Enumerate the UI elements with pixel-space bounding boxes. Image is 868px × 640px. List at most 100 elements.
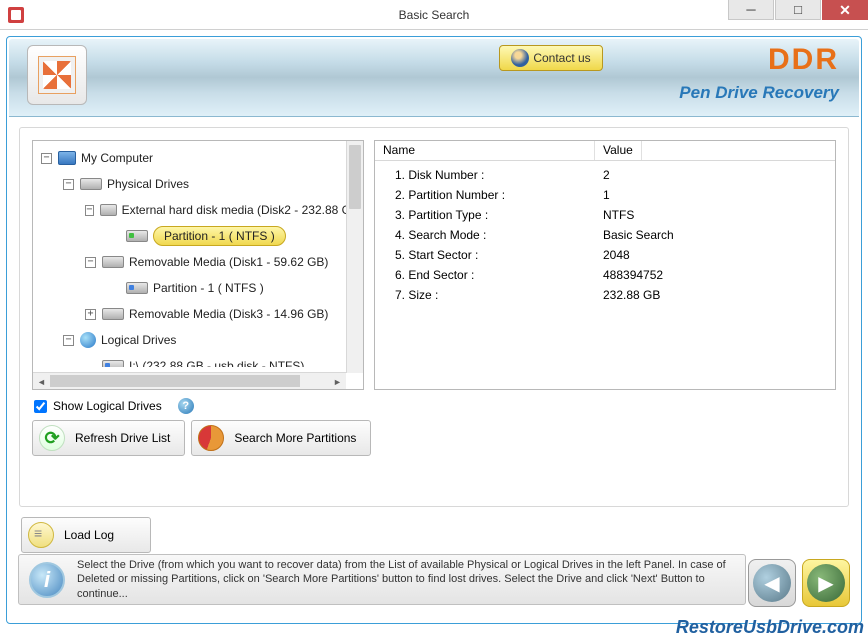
info-value: 488394752 — [595, 268, 663, 282]
header-banner: Contact us DDR Pen Drive Recovery — [9, 39, 859, 117]
app-icon — [8, 7, 24, 23]
refresh-icon — [39, 425, 65, 451]
collapse-icon[interactable]: − — [85, 257, 96, 268]
horizontal-scrollbar[interactable]: ◄ ► — [33, 372, 346, 389]
help-icon[interactable]: ? — [178, 398, 194, 414]
window-title: Basic Search — [399, 8, 470, 22]
minimize-button[interactable]: ─ — [728, 0, 774, 20]
info-name: 5. Start Sector : — [375, 248, 595, 262]
drive-icon — [102, 360, 124, 367]
drive-tree[interactable]: − My Computer − Physical Drives − — [32, 140, 364, 390]
product-name: Pen Drive Recovery — [679, 83, 839, 103]
app-logo — [27, 45, 87, 105]
log-icon — [28, 522, 54, 548]
drives-group: − My Computer − Physical Drives − — [19, 127, 849, 507]
info-value: Basic Search — [595, 228, 674, 242]
tree-item-physical-drives[interactable]: − Physical Drives — [33, 171, 363, 197]
info-name: 7. Size : — [375, 288, 595, 302]
info-value: 1 — [595, 188, 610, 202]
info-row: 3. Partition Type :NTFS — [375, 205, 835, 225]
tree-label: Removable Media (Disk3 - 14.96 GB) — [129, 307, 328, 321]
info-name: 4. Search Mode : — [375, 228, 595, 242]
show-logical-checkbox[interactable] — [34, 400, 47, 413]
drive-icon — [80, 178, 102, 190]
tree-label: I:\ (232.88 GB - usb disk - NTFS) — [129, 359, 304, 367]
collapse-icon[interactable]: − — [63, 179, 74, 190]
maximize-button[interactable]: □ — [775, 0, 821, 20]
back-button[interactable]: ◀ — [748, 559, 796, 607]
info-row: 6. End Sector :488394752 — [375, 265, 835, 285]
refresh-label: Refresh Drive List — [75, 431, 170, 445]
tree-item-removable-2[interactable]: + Removable Media (Disk3 - 14.96 GB) — [33, 301, 363, 327]
arrow-right-icon: ▶ — [807, 564, 845, 602]
tree-label: Physical Drives — [107, 177, 189, 191]
tree-item-partition[interactable]: Partition - 1 ( NTFS ) — [33, 275, 363, 301]
next-button[interactable]: ▶ — [802, 559, 850, 607]
tree-label: Logical Drives — [101, 333, 176, 347]
tree-label: External hard disk media (Disk2 - 232.88… — [122, 203, 363, 217]
info-value: 232.88 GB — [595, 288, 660, 302]
globe-icon — [80, 332, 96, 348]
main-frame: Contact us DDR Pen Drive Recovery − My C… — [6, 36, 862, 624]
info-value: 2048 — [595, 248, 630, 262]
title-bar: Basic Search ─ □ ✕ — [0, 0, 868, 30]
brand-logo: DDR — [768, 43, 839, 77]
computer-icon — [58, 151, 76, 165]
load-log-label: Load Log — [64, 528, 114, 542]
window-controls: ─ □ ✕ — [728, 0, 868, 29]
tree-label: Partition - 1 ( NTFS ) — [153, 281, 264, 295]
pie-chart-icon — [198, 425, 224, 451]
tree-item-partition-selected[interactable]: Partition - 1 ( NTFS ) — [33, 223, 363, 249]
drive-icon — [102, 308, 124, 320]
info-body: 1. Disk Number :22. Partition Number :13… — [375, 161, 835, 309]
tree-label: My Computer — [81, 151, 153, 165]
partition-icon — [126, 282, 148, 294]
search-more-partitions-button[interactable]: Search More Partitions — [191, 420, 371, 456]
collapse-icon[interactable]: − — [63, 335, 74, 346]
drive-icon — [102, 256, 124, 268]
tree-label: Removable Media (Disk1 - 59.62 GB) — [129, 255, 328, 269]
info-name: 3. Partition Type : — [375, 208, 595, 222]
person-icon — [511, 49, 529, 67]
contact-us-button[interactable]: Contact us — [499, 45, 603, 71]
collapse-icon[interactable]: − — [41, 153, 52, 164]
collapse-icon[interactable]: − — [85, 205, 94, 216]
expand-icon[interactable]: + — [85, 309, 96, 320]
info-row: 5. Start Sector :2048 — [375, 245, 835, 265]
drive-icon — [100, 204, 117, 216]
scroll-left-icon[interactable]: ◄ — [33, 373, 50, 390]
info-name: 2. Partition Number : — [375, 188, 595, 202]
info-value: NTFS — [595, 208, 634, 222]
tree-item-removable-1[interactable]: − Removable Media (Disk1 - 59.62 GB) — [33, 249, 363, 275]
info-row: 2. Partition Number :1 — [375, 185, 835, 205]
tree-label: Partition - 1 ( NTFS ) — [153, 226, 286, 246]
close-button[interactable]: ✕ — [822, 0, 868, 20]
info-value: 2 — [595, 168, 610, 182]
contact-label: Contact us — [533, 51, 590, 65]
load-log-button[interactable]: Load Log — [21, 517, 151, 553]
drive-info-panel: Name Value 1. Disk Number :22. Partition… — [374, 140, 836, 390]
footer-watermark: RestoreUsbDrive.com — [676, 617, 864, 638]
column-name[interactable]: Name — [375, 141, 595, 160]
instruction-text: Select the Drive (from which you want to… — [77, 558, 735, 601]
tree-item-logical-i[interactable]: I:\ (232.88 GB - usb disk - NTFS) — [33, 353, 363, 367]
info-header: Name Value — [375, 141, 835, 161]
arrow-left-icon: ◀ — [753, 564, 791, 602]
vertical-scrollbar[interactable] — [346, 141, 363, 373]
tree-item-external-disk[interactable]: − External hard disk media (Disk2 - 232.… — [33, 197, 363, 223]
column-value[interactable]: Value — [595, 141, 642, 160]
show-logical-label: Show Logical Drives — [53, 399, 162, 413]
info-name: 1. Disk Number : — [375, 168, 595, 182]
search-more-label: Search More Partitions — [234, 431, 356, 445]
partition-icon — [126, 230, 148, 242]
info-row: 4. Search Mode :Basic Search — [375, 225, 835, 245]
info-row: 1. Disk Number :2 — [375, 165, 835, 185]
info-name: 6. End Sector : — [375, 268, 595, 282]
tree-item-my-computer[interactable]: − My Computer — [33, 145, 363, 171]
instruction-bar: i Select the Drive (from which you want … — [18, 554, 746, 605]
refresh-drive-list-button[interactable]: Refresh Drive List — [32, 420, 185, 456]
info-row: 7. Size :232.88 GB — [375, 285, 835, 305]
tree-item-logical-drives[interactable]: − Logical Drives — [33, 327, 363, 353]
info-icon: i — [29, 562, 65, 598]
scroll-right-icon[interactable]: ► — [329, 373, 346, 390]
